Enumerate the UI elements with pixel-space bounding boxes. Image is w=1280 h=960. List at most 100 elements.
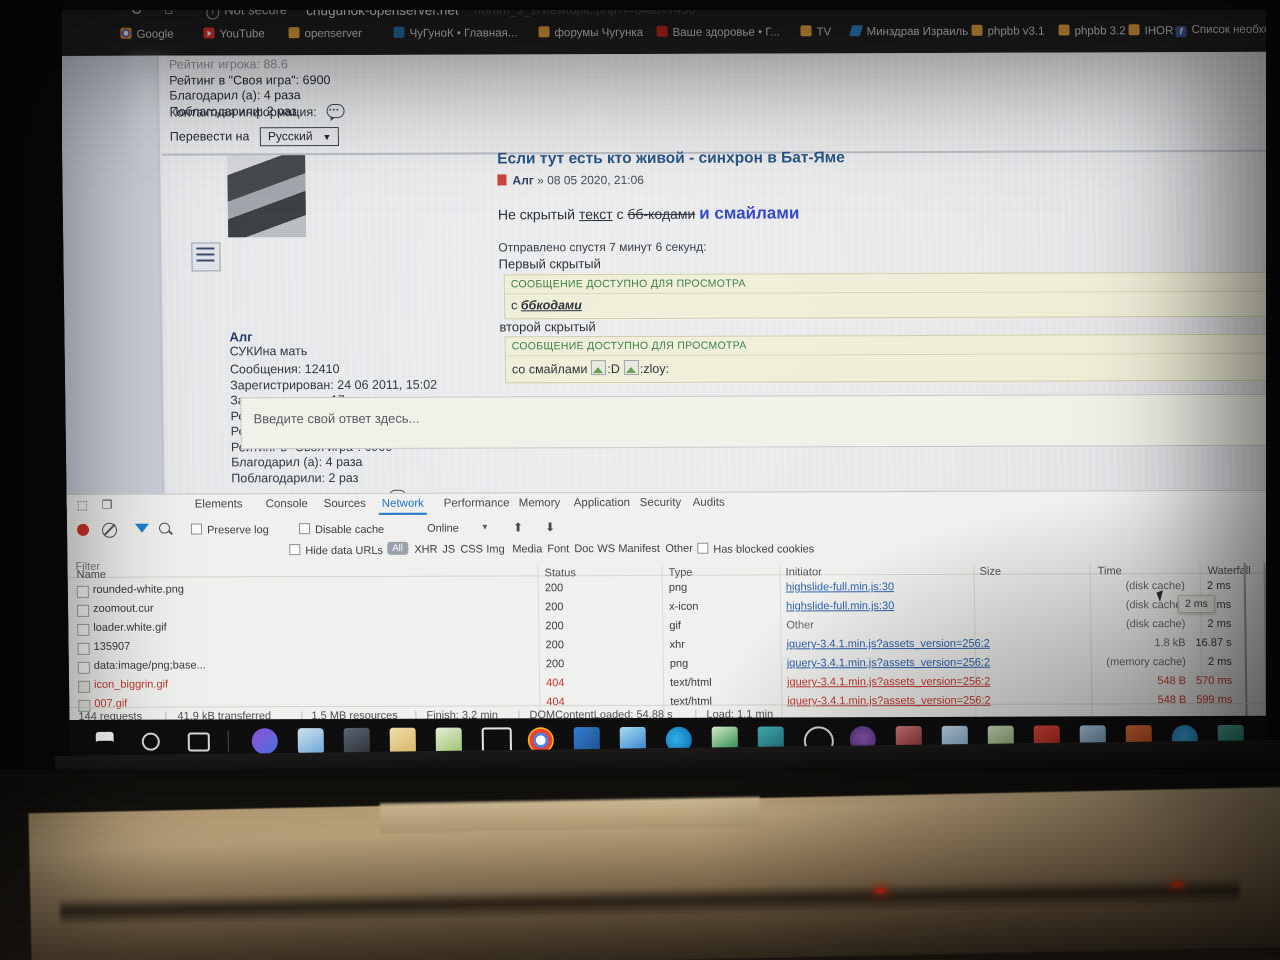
taskbar-app-openserver[interactable] [297,728,324,755]
language-select[interactable]: Русский ▼ [259,127,339,147]
post-title[interactable]: Если тут есть кто живой - синхрон в Бат-… [497,149,845,168]
filter-all[interactable]: All [387,541,408,555]
hidden-block-2[interactable]: СООБЩЕНИЕ ДОСТУПНО ДЛЯ ПРОСМОТРА со смай… [504,333,1280,384]
bookmark-forums[interactable]: форумы Чугунка [538,26,643,39]
filter-ws[interactable]: WS [597,543,615,555]
chevron-down-icon[interactable]: ▼ [481,522,489,531]
led-indicator [1172,882,1183,887]
filter-icon[interactable] [134,523,150,533]
device-toolbar-icon[interactable]: ❐ [102,498,113,512]
filter-media[interactable]: Media [512,543,542,555]
tab-console[interactable]: Console [266,498,308,510]
bookmark-health[interactable]: Ваше здоровье • Г... [656,25,780,39]
tab-performance[interactable]: Performance [444,497,510,509]
contact-info-label-top: Контактная информация: ••• [169,104,345,120]
bookmark-phpbb31[interactable]: phpbb v3.1 [971,24,1045,38]
hidden-block-2-body: со смайлами:D:zloy: [511,359,670,377]
sent-after-label: Отправлено спустя 7 минут 6 секунд: [498,239,707,255]
bookmark-ihor[interactable]: IHOR [1128,24,1173,37]
bookmark-facebook-list[interactable]: f Список необходим... [1175,24,1280,38]
filter-img[interactable]: Img [486,543,505,555]
windows-start-icon[interactable] [95,731,114,750]
bookmark-tv[interactable]: TV [800,25,831,38]
post-meta-author[interactable]: Алг [512,173,533,187]
tab-security[interactable]: Security [640,497,682,509]
taskbar-app-explorer[interactable] [389,727,416,754]
devtools-panel: ⬚ ❐ Elements Console Sources Network Per… [66,489,1280,726]
hidden-block-1[interactable]: СООБЩЕНИЕ ДОСТУПНО ДЛЯ ПРОСМОТРА с ббкод… [503,271,1280,320]
task-view-icon[interactable] [187,732,210,752]
bookmark-openserver[interactable]: openserver [288,27,362,40]
export-har-icon[interactable]: ⬇ [545,520,555,534]
search-icon[interactable] [158,522,171,534]
filter-xhr[interactable]: XHR [414,544,437,556]
table-row[interactable]: icon_biggrin.gif 404 text/html jquery-3.… [69,674,1280,695]
clear-icon[interactable] [101,522,118,538]
blocked-cookies-toggle[interactable]: Has blocked cookies [697,542,814,556]
filter-js[interactable]: JS [442,544,455,556]
throttling-select[interactable]: Online [427,523,459,535]
inspect-element-icon[interactable]: ⬚ [77,498,89,512]
column-status[interactable]: Status [545,567,576,579]
table-row[interactable]: loader.white.gif 200 gif Other (disk cac… [68,617,1280,638]
tab-network[interactable]: Network [382,498,424,510]
search-icon[interactable] [141,732,160,751]
tab-elements[interactable]: Elements [195,498,243,510]
folder-icon [1058,24,1070,36]
post-text-colored: и смайлами [699,203,800,223]
filter-manifest[interactable]: Manifest [618,543,660,555]
avatar[interactable] [227,155,307,238]
filter-css[interactable]: CSS [460,544,483,556]
folder-icon [971,24,983,36]
tab-sources[interactable]: Sources [324,498,366,510]
translate-row: Перевести на Русский ▼ [170,127,339,147]
bookmark-chugunok[interactable]: ЧуГуноК • Главная... [393,26,517,40]
bookmark-google[interactable]: Google [120,27,174,41]
table-row[interactable]: 135907 200 xhr jquery-3.4.1.min.js?asset… [68,636,1280,657]
bookmark-youtube[interactable]: YouTube [203,27,265,40]
broken-image-icon [77,680,91,693]
quick-reply-input[interactable]: Введите свой ответ здесь... [240,393,1280,450]
column-time[interactable]: Time [1098,565,1122,577]
filter-doc[interactable]: Doc [574,543,594,555]
post-author-name[interactable]: Алг [229,329,252,344]
bookmark-phpbb32[interactable]: phpbb 3.2 [1058,24,1126,37]
google-icon [120,27,132,39]
disable-cache-toggle[interactable]: Disable cache [298,523,384,536]
column-name[interactable]: Name [77,569,107,581]
post-block: Алг СУКИна мать Сообщения: 12410 Зарегис… [162,149,1280,506]
record-icon[interactable] [76,523,90,536]
chat-bubble-icon[interactable]: ••• [326,104,345,119]
checkbox-icon[interactable] [697,542,709,554]
facebook-icon: f [1175,26,1187,38]
bookmark-minzdrav[interactable]: Минздрав Израиль [848,25,968,38]
screen-smudge [122,51,185,172]
table-row[interactable]: zoomout.cur 200 x-icon highslide-full.mi… [68,598,1280,619]
hide-data-urls-toggle[interactable]: Hide data URLs [289,544,383,557]
checkbox-icon[interactable] [190,523,203,535]
bookmarks-bar: Google YouTube openserver ЧуГуноК • Глав… [60,20,1280,54]
tab-audits[interactable]: Audits [693,497,725,509]
filter-font[interactable]: Font [547,543,569,555]
hidden-block-1-label: Первый скрытый [498,256,601,272]
filter-other[interactable]: Other [665,543,693,555]
devtools-tabbar: ⬚ ❐ Elements Console Sources Network Per… [67,491,1280,517]
file-icon [77,661,90,674]
photo-top-edge [0,0,1280,10]
table-row[interactable]: rounded-white.png 200 png highslide-full… [68,579,1280,600]
column-initiator[interactable]: Initiator [786,566,822,578]
checkbox-icon[interactable] [289,544,301,556]
import-har-icon[interactable]: ⬆ [513,520,523,534]
column-size[interactable]: Size [980,566,1002,578]
table-row[interactable]: data:image/png;base... 200 png jquery-3.… [69,655,1280,676]
smiley-code-2: :zloy: [639,361,670,376]
taskbar-app-security[interactable] [343,727,370,754]
column-type[interactable]: Type [669,567,693,579]
preserve-log-toggle[interactable]: Preserve log [190,523,269,536]
tab-memory[interactable]: Memory [519,497,561,509]
file-icon [76,604,90,617]
checkbox-icon[interactable] [298,523,311,535]
tab-application[interactable]: Application [574,497,630,509]
broken-image-icon [591,360,607,376]
taskbar-app-infinity[interactable] [251,728,278,755]
